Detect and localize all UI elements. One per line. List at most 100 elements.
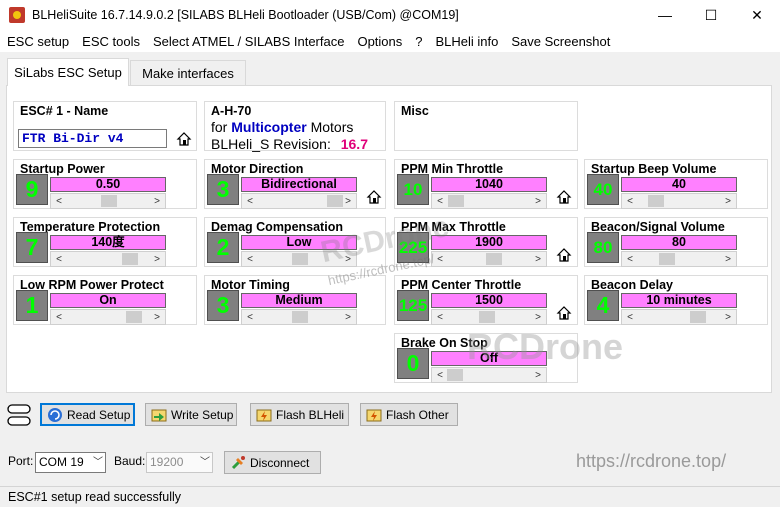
minimize-button[interactable]: — [642, 0, 688, 30]
chevron-right-icon[interactable]: > [531, 310, 545, 324]
param-slider[interactable]: < > [241, 309, 357, 325]
slider-thumb[interactable] [690, 311, 706, 323]
chevron-right-icon[interactable]: > [341, 252, 355, 266]
esc-model: A-H-70 [211, 104, 252, 118]
param-number-display: 3 [207, 290, 239, 321]
chevron-left-icon[interactable]: < [243, 310, 257, 324]
menu-esc-tools[interactable]: ESC tools [76, 34, 146, 49]
chevron-down-icon: ﹀ [93, 457, 103, 468]
misc-title: Misc [401, 104, 429, 118]
menu-esc-setup[interactable]: ESC setup [1, 34, 75, 49]
param-number-display: 4 [587, 290, 619, 321]
chevron-right-icon[interactable]: > [531, 194, 545, 208]
house-icon[interactable] [556, 247, 572, 263]
menu-help[interactable]: ? [409, 34, 428, 49]
slider-thumb[interactable] [447, 369, 463, 381]
maximize-button[interactable]: ☐ [688, 0, 734, 30]
param-slider[interactable]: < > [50, 193, 166, 209]
chevron-right-icon[interactable]: > [721, 310, 735, 324]
read-setup-button[interactable]: Read Setup [40, 403, 135, 426]
chevron-left-icon[interactable]: < [433, 310, 447, 324]
menu-bar: ESC setup ESC tools Select ATMEL / SILAB… [0, 30, 780, 52]
param-number-display: 80 [587, 232, 619, 263]
slider-thumb[interactable] [479, 311, 495, 323]
slider-thumb[interactable] [101, 195, 117, 207]
param-slider[interactable]: < > [241, 193, 357, 209]
revision-line: BLHeli_S Revision: 16.7 [211, 136, 368, 152]
param-slider[interactable]: < > [621, 193, 737, 209]
beacon-delay-group: Beacon Delay 4 10 minutes < > [584, 275, 768, 325]
chevron-left-icon[interactable]: < [433, 252, 447, 266]
param-slider[interactable]: < > [431, 251, 547, 267]
esc-name-title: ESC# 1 - Name [20, 104, 109, 118]
param-slider[interactable]: < > [621, 251, 737, 267]
chevron-left-icon[interactable]: < [623, 194, 637, 208]
param-slider[interactable]: < > [431, 309, 547, 325]
menu-options[interactable]: Options [351, 34, 408, 49]
chevron-right-icon[interactable]: > [341, 194, 355, 208]
chevron-left-icon[interactable]: < [433, 368, 447, 382]
slider-thumb[interactable] [126, 311, 142, 323]
chevron-right-icon[interactable]: > [150, 194, 164, 208]
slider-thumb[interactable] [648, 195, 664, 207]
write-setup-button[interactable]: Write Setup [145, 403, 237, 426]
house-icon[interactable] [556, 189, 572, 205]
motor-timing-group: Motor Timing 3 Medium < > [204, 275, 386, 325]
chevron-right-icon[interactable]: > [721, 252, 735, 266]
slider-thumb[interactable] [448, 195, 464, 207]
esc-info-group: A-H-70 for Multicopter Motors BLHeli_S R… [204, 101, 386, 152]
chevron-left-icon[interactable]: < [52, 252, 66, 266]
flash-blheli-button[interactable]: Flash BLHeli [250, 403, 349, 426]
slider-thumb[interactable] [122, 253, 138, 265]
house-icon[interactable] [176, 131, 192, 147]
param-slider[interactable]: < > [50, 251, 166, 267]
param-number-display: 40 [587, 174, 619, 205]
chevron-right-icon[interactable]: > [150, 252, 164, 266]
chevron-right-icon[interactable]: > [341, 310, 355, 324]
title-bar: BLHeliSuite 16.7.14.9.0.2 [SILABS BLHeli… [0, 0, 780, 30]
chevron-right-icon[interactable]: > [531, 252, 545, 266]
chevron-left-icon[interactable]: < [623, 252, 637, 266]
tab-silabs-esc-setup[interactable]: SiLabs ESC Setup [7, 58, 129, 86]
menu-save-screenshot[interactable]: Save Screenshot [505, 34, 616, 49]
disconnect-button[interactable]: Disconnect [224, 451, 321, 474]
param-number-display: 125 [397, 290, 429, 321]
tab-make-interfaces[interactable]: Make interfaces [130, 60, 246, 86]
slider-thumb[interactable] [486, 253, 502, 265]
port-select[interactable]: COM 19 ﹀ [35, 452, 106, 473]
flash-other-button[interactable]: Flash Other [360, 403, 458, 426]
slider-thumb[interactable] [292, 253, 308, 265]
chevron-left-icon[interactable]: < [623, 310, 637, 324]
param-slider[interactable]: < > [50, 309, 166, 325]
menu-select-interface[interactable]: Select ATMEL / SILABS Interface [147, 34, 350, 49]
slider-thumb[interactable] [659, 253, 675, 265]
port-value: COM 19 [39, 455, 84, 469]
chevron-right-icon[interactable]: > [531, 368, 545, 382]
port-label: Port: [8, 454, 34, 468]
toggle-icon[interactable] [7, 402, 31, 428]
house-icon[interactable] [366, 189, 382, 205]
close-button[interactable]: ✕ [734, 0, 780, 30]
chevron-left-icon[interactable]: < [243, 194, 257, 208]
flash-icon [256, 409, 272, 421]
startup-beep-group: Startup Beep Volume 40 40 < > [584, 159, 768, 209]
param-slider[interactable]: < > [621, 309, 737, 325]
house-icon[interactable] [556, 305, 572, 321]
param-slider[interactable]: < > [431, 193, 547, 209]
chevron-left-icon[interactable]: < [243, 252, 257, 266]
esc-name-input[interactable]: FTR Bi-Dir v4 [18, 129, 167, 148]
slider-thumb[interactable] [292, 311, 308, 323]
baud-select[interactable]: 19200 ﹀ [146, 452, 213, 473]
param-slider[interactable]: < > [431, 367, 547, 383]
menu-blheli-info[interactable]: BLHeli info [430, 34, 505, 49]
chevron-left-icon[interactable]: < [52, 310, 66, 324]
chevron-left-icon[interactable]: < [433, 194, 447, 208]
chevron-left-icon[interactable]: < [52, 194, 66, 208]
param-value-label: 1040 [431, 177, 547, 192]
chevron-right-icon[interactable]: > [721, 194, 735, 208]
demag-group: Demag Compensation 2 Low < > [204, 217, 386, 267]
param-number-display: 10 [397, 174, 429, 205]
esc-type-line: for Multicopter Motors [211, 119, 353, 135]
param-slider[interactable]: < > [241, 251, 357, 267]
chevron-right-icon[interactable]: > [150, 310, 164, 324]
